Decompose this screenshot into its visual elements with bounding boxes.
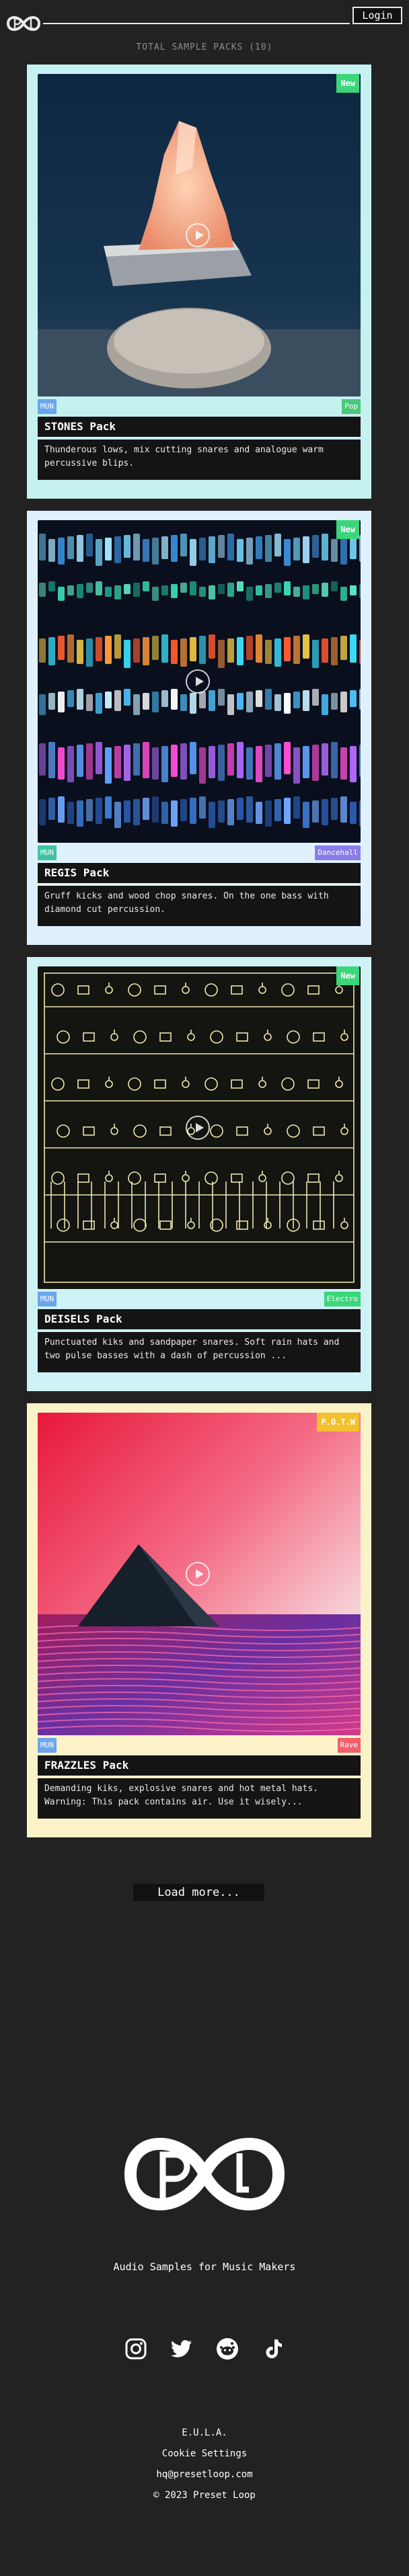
new-badge: New bbox=[336, 74, 359, 93]
pack-title[interactable]: FRAZZLES Pack bbox=[38, 1755, 361, 1776]
header-divider bbox=[43, 23, 350, 24]
tiktok-icon[interactable] bbox=[262, 2337, 285, 2360]
preset-loop-footer-logo bbox=[124, 2138, 285, 2210]
play-icon[interactable] bbox=[186, 669, 210, 694]
mun-tag: MUN bbox=[38, 845, 57, 860]
pack-description: Punctuated kiks and sandpaper snares. So… bbox=[38, 1332, 361, 1372]
pack-card-stones[interactable]: New MUN Pop STONES Pack Thunderous lows,… bbox=[27, 65, 371, 499]
contact-email-link[interactable]: hq@presetloop.com bbox=[0, 2469, 409, 2480]
mun-tag: MUN bbox=[38, 399, 57, 414]
tag-row: MUN Electro bbox=[38, 1289, 361, 1309]
pack-card-regis[interactable]: New MUN Dancehall REGIS Pack Gruff kicks… bbox=[27, 511, 371, 945]
site-header: Login bbox=[0, 0, 409, 47]
pack-description: Thunderous lows, mix cutting snares and … bbox=[38, 440, 361, 480]
genre-tag[interactable]: Pop bbox=[342, 399, 361, 414]
footer-tagline: Audio Samples for Music Makers bbox=[113, 2261, 296, 2273]
preset-loop-logo[interactable] bbox=[4, 9, 43, 38]
potw-badge: P.O.T.W bbox=[317, 1413, 359, 1431]
pack-artwork[interactable] bbox=[38, 966, 361, 1289]
total-sample-packs-label: TOTAL SAMPLE PACKS (10) bbox=[136, 42, 273, 52]
pack-description: Demanding kiks, explosive snares and hot… bbox=[38, 1778, 361, 1819]
mun-tag: MUN bbox=[38, 1292, 57, 1306]
play-icon[interactable] bbox=[186, 1562, 210, 1586]
pack-artwork[interactable] bbox=[38, 74, 361, 397]
mun-tag: MUN bbox=[38, 1738, 57, 1753]
eula-link[interactable]: E.U.L.A. bbox=[0, 2427, 409, 2438]
pack-title[interactable]: STONES Pack bbox=[38, 417, 361, 437]
load-more-button[interactable]: Load more... bbox=[133, 1884, 264, 1901]
play-icon[interactable] bbox=[186, 223, 210, 247]
pack-title[interactable]: DEISELS Pack bbox=[38, 1309, 361, 1329]
copyright-text: © 2023 Preset Loop bbox=[153, 2490, 256, 2501]
genre-tag[interactable]: Dancehall bbox=[315, 845, 361, 860]
tag-row: MUN Rave bbox=[38, 1735, 361, 1755]
reddit-icon[interactable] bbox=[216, 2337, 239, 2360]
instagram-icon[interactable] bbox=[124, 2337, 147, 2360]
pack-description: Gruff kicks and wood chop snares. On the… bbox=[38, 886, 361, 926]
twitter-icon[interactable] bbox=[170, 2337, 193, 2360]
tag-row: MUN Pop bbox=[38, 397, 361, 417]
play-icon[interactable] bbox=[186, 1116, 210, 1140]
login-button[interactable]: Login bbox=[352, 7, 402, 24]
cookie-settings-link[interactable]: Cookie Settings bbox=[0, 2448, 409, 2459]
pack-card-frazzles[interactable]: P.O.T.W MUN Rave FRAZZLES Pack Demanding… bbox=[27, 1403, 371, 1837]
tag-row: MUN Dancehall bbox=[38, 843, 361, 863]
pack-artwork[interactable] bbox=[38, 1413, 361, 1735]
genre-tag[interactable]: Rave bbox=[337, 1738, 361, 1753]
pack-artwork[interactable] bbox=[38, 520, 361, 843]
new-badge: New bbox=[336, 966, 359, 985]
pack-title[interactable]: REGIS Pack bbox=[38, 863, 361, 883]
pack-card-deisels[interactable]: New MUN Electro DEISELS Pack Punctuated … bbox=[27, 957, 371, 1391]
new-badge: New bbox=[336, 520, 359, 539]
genre-tag[interactable]: Electro bbox=[324, 1292, 361, 1306]
